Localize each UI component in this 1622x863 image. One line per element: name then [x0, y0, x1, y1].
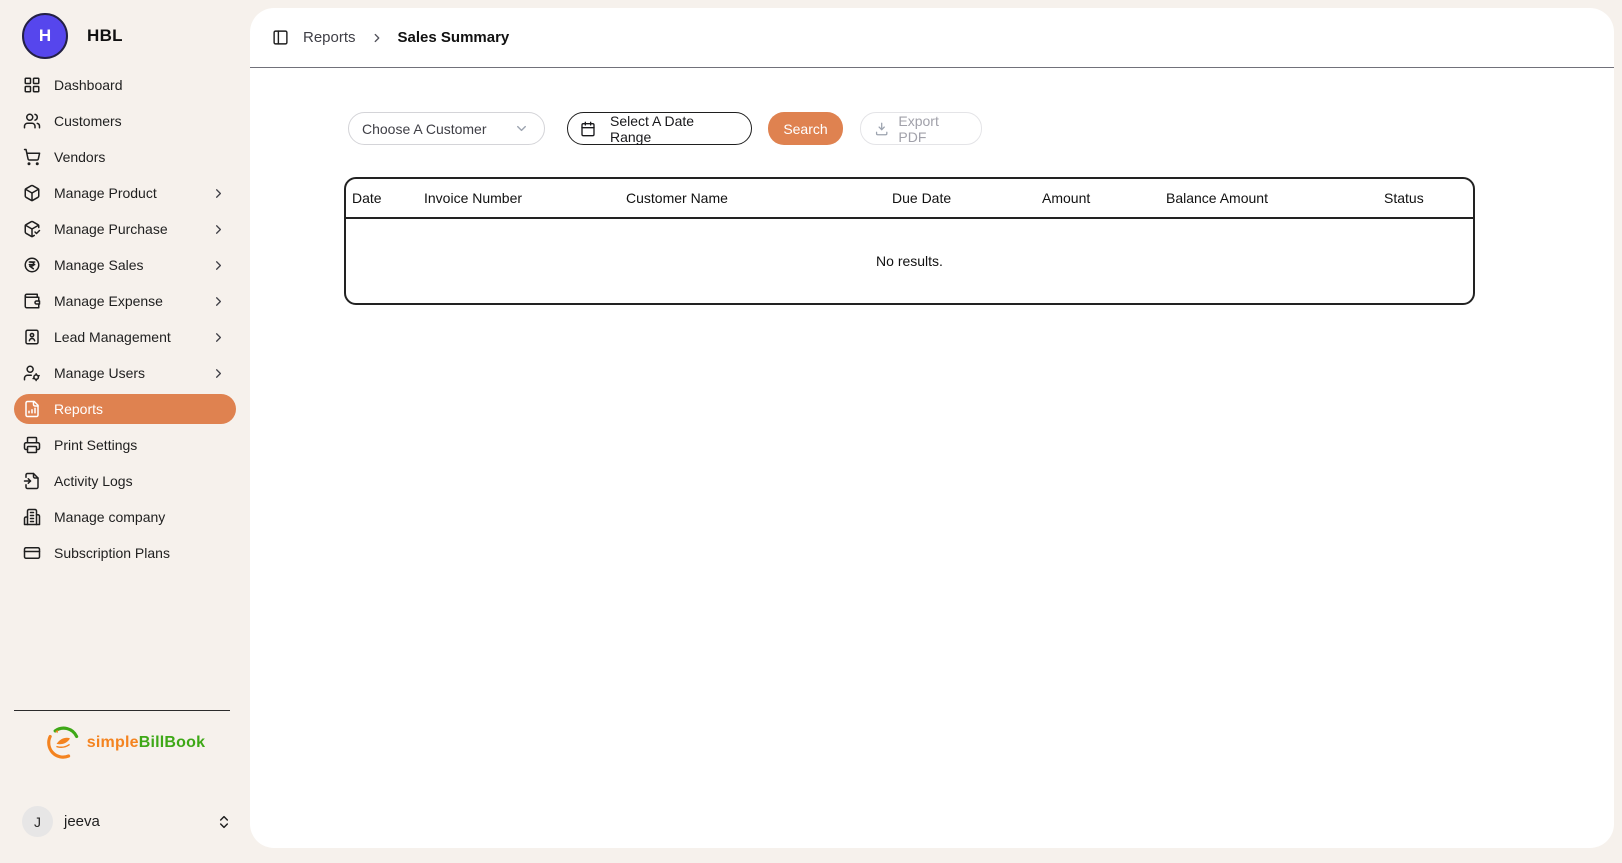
- sidebar-item-manage-sales[interactable]: Manage Sales: [14, 250, 236, 280]
- calendar-icon: [580, 121, 596, 137]
- empty-state-message: No results.: [346, 219, 1473, 303]
- logo-part-billbook: BillBook: [139, 734, 206, 751]
- sidebar-item-manage-company[interactable]: Manage company: [14, 502, 236, 532]
- app-logo-text: simpleBillBook: [87, 734, 205, 752]
- file-log-icon: [23, 472, 41, 490]
- id-card-icon: [23, 328, 41, 346]
- sidebar-item-label: Activity Logs: [54, 473, 133, 489]
- user-menu[interactable]: J jeeva: [22, 806, 232, 837]
- building-icon: [23, 508, 41, 526]
- company-avatar: H: [22, 13, 68, 59]
- sidebar-nav: Dashboard Customers Vendors Manage Produ…: [0, 70, 250, 568]
- column-header-invoice-number: Invoice Number: [424, 179, 626, 219]
- sidebar-item-label: Manage Sales: [54, 257, 144, 273]
- page-header: Reports Sales Summary: [250, 8, 1614, 68]
- column-header-amount: Amount: [1042, 179, 1166, 219]
- date-range-button[interactable]: Select A Date Range: [567, 112, 752, 145]
- sales-summary-table: Date Invoice Number Customer Name Due Da…: [344, 177, 1475, 305]
- package-icon: [23, 184, 41, 202]
- sidebar-item-manage-purchase[interactable]: Manage Purchase: [14, 214, 236, 244]
- report-toolbar: Choose A Customer Select A Date Range Se…: [348, 112, 982, 145]
- customer-select-value: Choose A Customer: [362, 121, 487, 137]
- column-header-date: Date: [346, 179, 424, 219]
- company-name: HBL: [87, 26, 123, 46]
- search-button[interactable]: Search: [768, 112, 843, 145]
- sidebar-item-label: Manage company: [54, 509, 165, 525]
- chevron-right-icon: [211, 366, 226, 381]
- column-header-balance-amount: Balance Amount: [1166, 179, 1384, 219]
- column-header-status: Status: [1384, 179, 1473, 219]
- printer-icon: [23, 436, 41, 454]
- rupee-badge-icon: [23, 256, 41, 274]
- sidebar-item-label: Customers: [54, 113, 122, 129]
- date-range-label: Select A Date Range: [610, 113, 739, 145]
- simplebillbook-logo-icon: [45, 724, 82, 761]
- chevron-right-icon: [211, 294, 226, 309]
- user-name: jeeva: [64, 813, 100, 830]
- app-logo: simpleBillBook: [0, 724, 250, 761]
- sidebar-item-print-settings[interactable]: Print Settings: [14, 430, 236, 460]
- sidebar-item-lead-management[interactable]: Lead Management: [14, 322, 236, 352]
- sidebar: H HBL Dashboard Customers Vendors Manage…: [0, 0, 250, 863]
- user-cog-icon: [23, 364, 41, 382]
- sidebar-footer-divider: [14, 710, 230, 711]
- sidebar-item-label: Manage Product: [54, 185, 157, 201]
- file-chart-icon: [23, 400, 41, 418]
- sidebar-item-label: Manage Expense: [54, 293, 163, 309]
- package-check-icon: [23, 220, 41, 238]
- sidebar-item-activity-logs[interactable]: Activity Logs: [14, 466, 236, 496]
- customer-select[interactable]: Choose A Customer: [348, 112, 545, 145]
- export-pdf-label: Export PDF: [898, 113, 968, 145]
- sidebar-item-label: Subscription Plans: [54, 545, 170, 561]
- export-pdf-button[interactable]: Export PDF: [860, 112, 982, 145]
- sidebar-item-reports[interactable]: Reports: [14, 394, 236, 424]
- chevron-right-icon: [211, 222, 226, 237]
- chevron-right-icon: [211, 186, 226, 201]
- sidebar-item-customers[interactable]: Customers: [14, 106, 236, 136]
- column-header-customer-name: Customer Name: [626, 179, 892, 219]
- layout-grid-icon: [23, 76, 41, 94]
- sidebar-item-label: Reports: [54, 401, 103, 417]
- download-icon: [874, 121, 889, 137]
- chevron-right-icon: [211, 330, 226, 345]
- sidebar-item-label: Vendors: [54, 149, 105, 165]
- shopping-cart-icon: [23, 148, 41, 166]
- sidebar-item-manage-users[interactable]: Manage Users: [14, 358, 236, 388]
- users-icon: [23, 112, 41, 130]
- breadcrumb-reports[interactable]: Reports: [303, 29, 356, 46]
- sidebar-item-label: Dashboard: [54, 77, 123, 93]
- chevron-right-icon: [211, 258, 226, 273]
- user-avatar: J: [22, 806, 53, 837]
- column-header-due-date: Due Date: [892, 179, 1042, 219]
- empty-state-row: No results.: [346, 219, 1473, 303]
- wallet-icon: [23, 292, 41, 310]
- sidebar-item-label: Manage Users: [54, 365, 145, 381]
- brand: H HBL: [0, 0, 250, 59]
- sidebar-item-vendors[interactable]: Vendors: [14, 142, 236, 172]
- chevrons-up-down-icon: [216, 814, 232, 830]
- sidebar-toggle-icon[interactable]: [272, 29, 289, 46]
- sidebar-item-label: Print Settings: [54, 437, 137, 453]
- chevron-right-icon: [370, 31, 384, 45]
- credit-card-icon: [23, 544, 41, 562]
- sidebar-item-label: Manage Purchase: [54, 221, 168, 237]
- breadcrumb-sales-summary: Sales Summary: [398, 29, 510, 46]
- sidebar-item-manage-expense[interactable]: Manage Expense: [14, 286, 236, 316]
- sidebar-item-manage-product[interactable]: Manage Product: [14, 178, 236, 208]
- sidebar-item-label: Lead Management: [54, 329, 171, 345]
- chevron-down-icon: [514, 121, 529, 136]
- table-header-row: Date Invoice Number Customer Name Due Da…: [346, 179, 1473, 219]
- main-content: Reports Sales Summary Choose A Customer …: [250, 8, 1614, 848]
- sidebar-item-dashboard[interactable]: Dashboard: [14, 70, 236, 100]
- logo-part-simple: simple: [87, 734, 139, 751]
- sidebar-item-subscription-plans[interactable]: Subscription Plans: [14, 538, 236, 568]
